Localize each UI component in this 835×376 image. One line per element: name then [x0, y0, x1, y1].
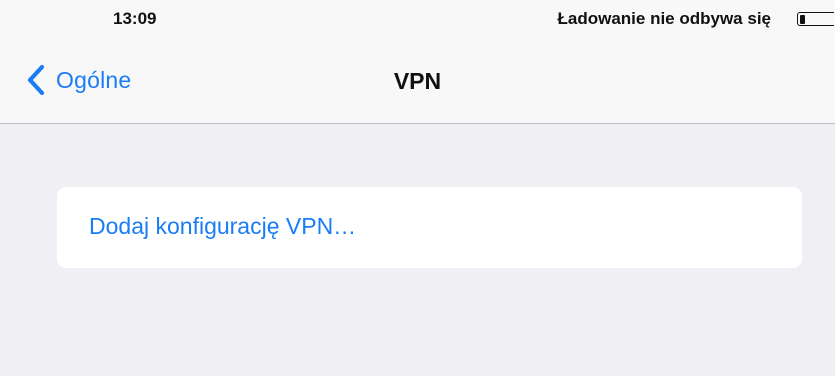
- status-bar: 13:09 Ładowanie nie odbywa się: [0, 0, 835, 40]
- page-title: VPN: [393, 68, 442, 94]
- header: 13:09 Ładowanie nie odbywa się Ogólne VP…: [0, 0, 835, 124]
- add-vpn-configuration-label: Dodaj konfigurację VPN…: [89, 213, 357, 239]
- add-vpn-configuration-button[interactable]: Dodaj konfigurację VPN…: [57, 187, 802, 268]
- charging-status: Ładowanie nie odbywa się: [557, 9, 772, 28]
- content: Dodaj konfigurację VPN…: [0, 124, 835, 376]
- battery-low-icon: [797, 12, 835, 26]
- nav-bar: Ogólne VPN: [0, 48, 835, 112]
- vpn-settings-group: Dodaj konfigurację VPN…: [57, 187, 802, 268]
- status-time: 13:09: [113, 9, 157, 28]
